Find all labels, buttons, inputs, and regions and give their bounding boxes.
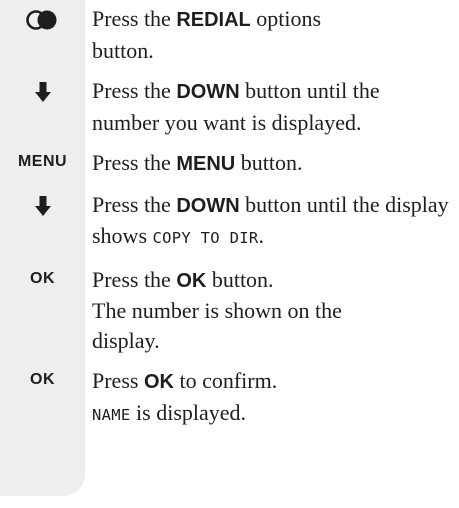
step-3: MENU Press the MENU button. — [0, 148, 459, 180]
step-4-key — [0, 190, 85, 217]
step-5-key: OK — [0, 265, 85, 288]
step-2: Press the DOWN button until the number y… — [0, 76, 459, 137]
step-5-text: Press the OK button. The number is shown … — [92, 266, 342, 353]
instruction-steps: Press the REDIAL options button. Press t… — [0, 0, 459, 430]
step-2-key — [0, 76, 85, 103]
step-4-text: Press the DOWN button until the display … — [92, 191, 449, 249]
display-readout: NAME — [92, 405, 131, 424]
step-1-text: Press the REDIAL options button. — [92, 6, 322, 63]
step-3-key: MENU — [0, 148, 85, 171]
step-4: Press the DOWN button until the display … — [0, 190, 459, 254]
down-arrow-icon — [34, 195, 51, 216]
step-3-text: Press the MENU button. — [92, 150, 303, 175]
step-1: Press the REDIAL options button. — [0, 4, 459, 65]
redial-options-icon — [25, 10, 56, 30]
down-arrow-icon — [34, 82, 51, 102]
step-6-text: Press OK to confirm. NAME is displayed. — [92, 368, 278, 425]
step-6: OK Press OK to confirm. NAME is displayed… — [0, 366, 459, 430]
step-6-key: OK — [0, 366, 85, 389]
step-1-key — [0, 4, 85, 31]
menu-key-label: MENU — [17, 153, 68, 170]
display-readout: COPY TO DIR — [152, 229, 259, 247]
step-5: OK Press the OK button. The number is sho… — [0, 265, 459, 356]
ok-key-label: OK — [30, 269, 55, 287]
step-2-text: Press the DOWN button until the number y… — [92, 78, 380, 135]
ok-key-label: OK — [30, 371, 55, 388]
